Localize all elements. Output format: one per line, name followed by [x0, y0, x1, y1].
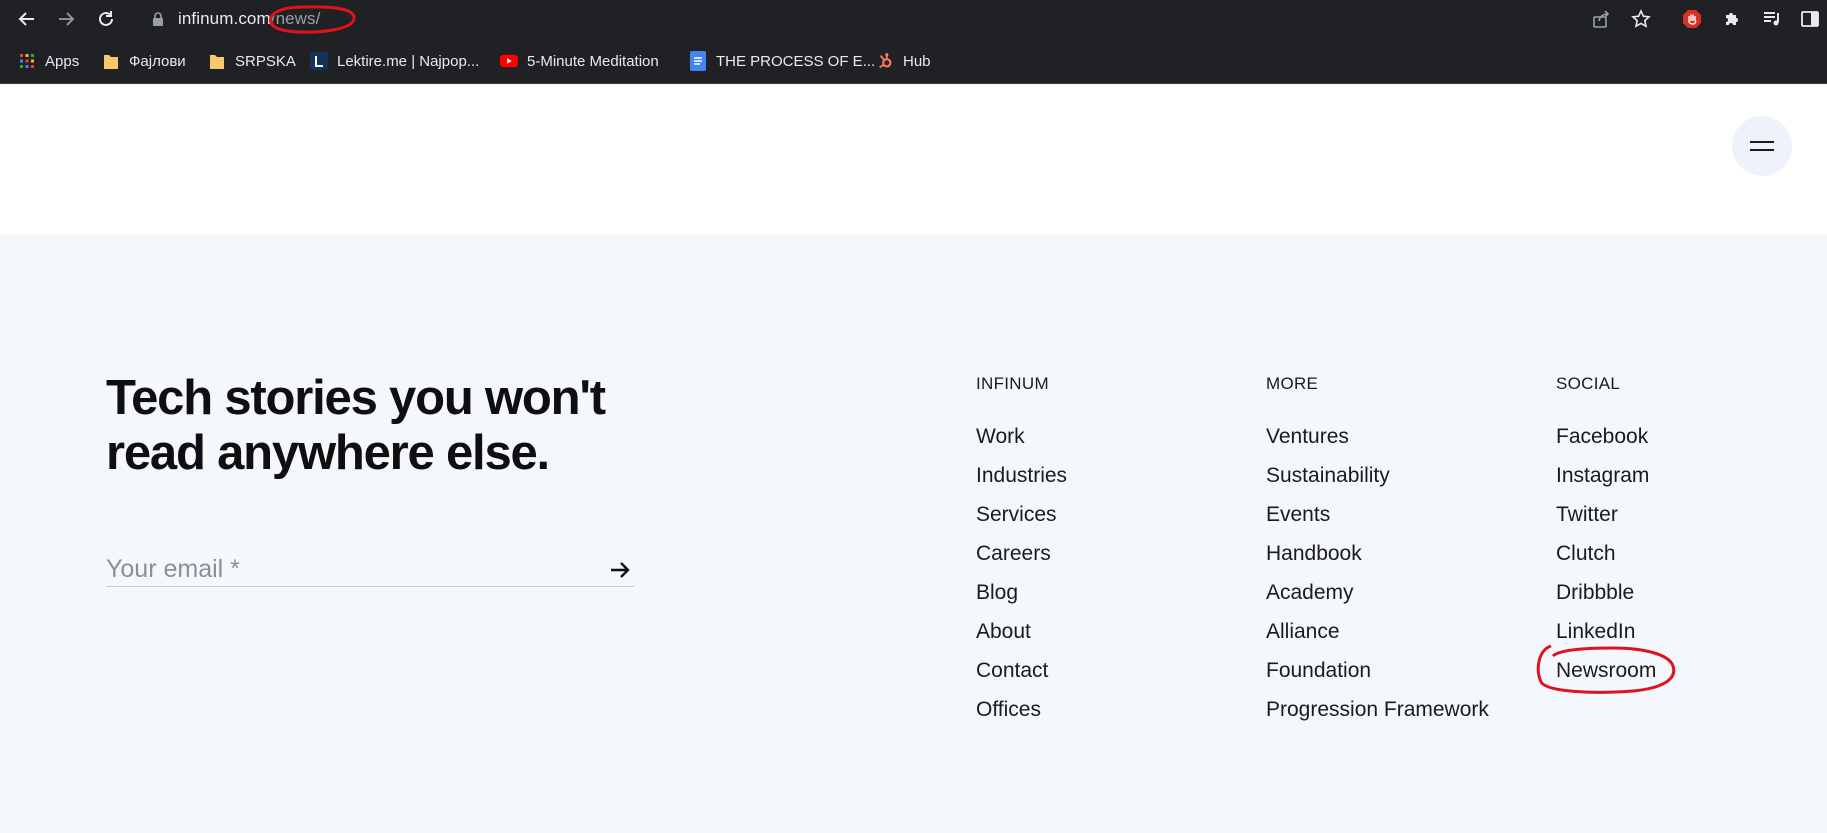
site-header	[0, 84, 1827, 235]
bookmark-label: Apps	[45, 52, 80, 70]
bookmark-files-folder[interactable]: Фајлови	[102, 50, 186, 72]
back-arrow-icon	[18, 12, 34, 26]
footer-link-industries[interactable]: Industries	[976, 464, 1067, 503]
footer-link-ventures[interactable]: Ventures	[1266, 425, 1489, 464]
bookmark-srpska-folder[interactable]: SRPSKA	[208, 50, 296, 72]
folder-icon	[208, 52, 226, 70]
footer-link-academy[interactable]: Academy	[1266, 581, 1489, 620]
reading-list-button[interactable]	[1759, 6, 1785, 32]
bookmark-label: 5-Minute Meditation	[527, 52, 659, 70]
hubspot-icon	[876, 52, 894, 70]
url-path: /news/	[270, 9, 321, 28]
submit-arrow-icon[interactable]	[608, 558, 632, 582]
headline-line-1: Tech stories you won't	[106, 371, 606, 425]
share-icon	[1593, 10, 1610, 28]
footer-link-events[interactable]: Events	[1266, 503, 1489, 542]
lektire-icon	[310, 52, 328, 70]
hamburger-icon	[1750, 141, 1774, 151]
star-icon	[1631, 9, 1651, 28]
footer-link-linkedin[interactable]: LinkedIn	[1556, 620, 1656, 659]
footer-link-sustainability[interactable]: Sustainability	[1266, 464, 1489, 503]
bookmark-google-doc[interactable]: THE PROCESS OF E...	[689, 50, 875, 72]
footer-link-twitter[interactable]: Twitter	[1556, 503, 1656, 542]
newsletter-form	[106, 553, 634, 587]
column-title: INFINUM	[976, 374, 1049, 393]
footer-link-progression-framework[interactable]: Progression Framework	[1266, 698, 1489, 737]
bookmark-label: Фајлови	[129, 52, 186, 70]
media-queue-icon	[1764, 12, 1779, 26]
bookmark-hub[interactable]: Hub	[876, 50, 931, 72]
footer-link-foundation[interactable]: Foundation	[1266, 659, 1489, 698]
hamburger-menu-button[interactable]	[1732, 116, 1792, 176]
back-button[interactable]	[13, 5, 41, 33]
footer-link-blog[interactable]: Blog	[976, 581, 1067, 620]
bookmark-meditation[interactable]: 5-Minute Meditation	[500, 50, 659, 72]
footer-link-careers[interactable]: Careers	[976, 542, 1067, 581]
footer-link-facebook[interactable]: Facebook	[1556, 425, 1656, 464]
bookmark-lektire[interactable]: Lektire.me | Najpop...	[310, 50, 479, 72]
bookmark-label: Lektire.me | Najpop...	[337, 52, 480, 70]
footer-link-clutch[interactable]: Clutch	[1556, 542, 1656, 581]
footer-link-work[interactable]: Work	[976, 425, 1067, 464]
reload-icon	[99, 11, 113, 26]
adblock-hand-icon	[1683, 10, 1701, 28]
docs-icon	[689, 51, 707, 71]
bookmark-star-button[interactable]	[1628, 6, 1654, 32]
adblock-extension-button[interactable]	[1679, 6, 1705, 32]
column-title: SOCIAL	[1556, 374, 1621, 393]
share-button[interactable]	[1588, 6, 1614, 32]
url-text[interactable]: infinum.com/news/	[178, 9, 320, 29]
column-title: MORE	[1266, 374, 1319, 393]
footer-column-social: SOCIAL Facebook Instagram Twitter Clutch…	[1556, 374, 1656, 698]
extensions-button[interactable]	[1719, 6, 1745, 32]
footer-link-about[interactable]: About	[976, 620, 1067, 659]
footer-link-services[interactable]: Services	[976, 503, 1067, 542]
footer-link-alliance[interactable]: Alliance	[1266, 620, 1489, 659]
bookmark-label: Hub	[903, 52, 931, 70]
email-input[interactable]	[106, 553, 586, 585]
bookmark-label: SRPSKA	[235, 52, 296, 70]
footer-link-dribbble[interactable]: Dribbble	[1556, 581, 1656, 620]
forward-arrow-icon	[59, 12, 75, 26]
bookmark-label: THE PROCESS OF E...	[716, 52, 876, 70]
footer-link-offices[interactable]: Offices	[976, 698, 1067, 737]
url-host: infinum.com	[178, 9, 271, 28]
side-panel-button[interactable]	[1797, 6, 1823, 32]
folder-icon	[102, 52, 120, 70]
bookmark-apps[interactable]: Apps	[18, 50, 79, 72]
headline-line-2: read anywhere else.	[106, 426, 550, 480]
youtube-icon	[500, 52, 518, 70]
footer-link-contact[interactable]: Contact	[976, 659, 1067, 698]
reload-button[interactable]	[92, 5, 120, 33]
side-panel-icon	[1801, 11, 1819, 27]
newsletter-headline: Tech stories you won't read anywhere els…	[106, 371, 706, 481]
forward-button[interactable]	[52, 5, 80, 33]
footer-link-handbook[interactable]: Handbook	[1266, 542, 1489, 581]
browser-toolbar: infinum.com/news/	[0, 0, 1827, 38]
footer-link-newsroom[interactable]: Newsroom	[1556, 659, 1656, 698]
footer-column-infinum: INFINUM Work Industries Services Careers…	[976, 374, 1067, 737]
site-footer: Tech stories you won't read anywhere els…	[0, 235, 1827, 833]
footer-link-instagram[interactable]: Instagram	[1556, 464, 1656, 503]
footer-column-more: MORE Ventures Sustainability Events Hand…	[1266, 374, 1489, 737]
bookmarks-bar: Apps Фајлови SRPSKA Lektire.me | Najpop.…	[0, 38, 1827, 84]
apps-grid-icon	[18, 52, 36, 70]
address-bar[interactable]: infinum.com/news/	[136, 2, 1669, 36]
puzzle-icon	[1726, 13, 1738, 25]
lock-icon	[153, 12, 163, 26]
